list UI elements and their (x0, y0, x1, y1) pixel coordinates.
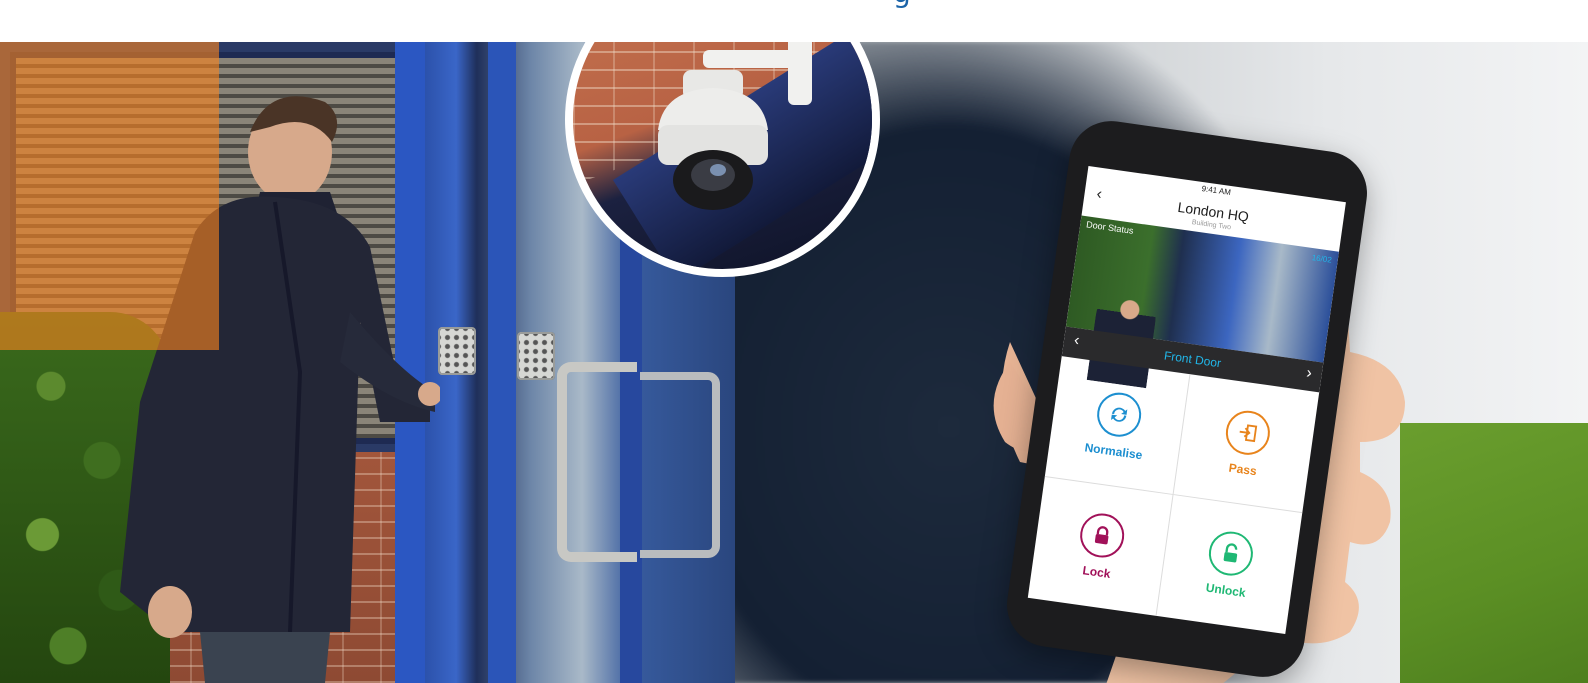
cctv-camera-inset (565, 42, 880, 277)
pass-button[interactable]: Pass (1173, 374, 1320, 514)
unlock-icon (1206, 528, 1256, 579)
door-handle (640, 372, 720, 558)
access-keypad (438, 327, 476, 375)
lock-label: Lock (1081, 563, 1112, 581)
access-keypad (517, 332, 555, 380)
enter-icon (1223, 407, 1273, 458)
lock-icon (1076, 510, 1127, 561)
dome-camera-icon (658, 42, 812, 210)
refresh-icon (1093, 389, 1144, 439)
door-handle (557, 362, 637, 562)
normalise-button[interactable]: Normalise (1044, 356, 1191, 496)
hero-photo-banner: 9:41 AM ‹ London HQ Building Two Door St… (0, 42, 1588, 683)
app-screen: 9:41 AM ‹ London HQ Building Two Door St… (1027, 166, 1346, 634)
door-frame-post (488, 42, 516, 683)
lock-button[interactable]: Lock (1027, 476, 1174, 616)
pass-label: Pass (1227, 460, 1258, 478)
unlock-button[interactable]: Unlock (1157, 495, 1303, 634)
orange-accent-block (0, 42, 219, 350)
header-strip: g (0, 0, 1588, 42)
header-glyph-fragment: g (893, 0, 911, 9)
normalise-label: Normalise (1083, 439, 1144, 462)
unlock-label: Unlock (1204, 580, 1247, 600)
green-accent-block (1400, 423, 1588, 683)
door-action-grid: Normalise Pass Lock Unlock (1027, 356, 1320, 634)
